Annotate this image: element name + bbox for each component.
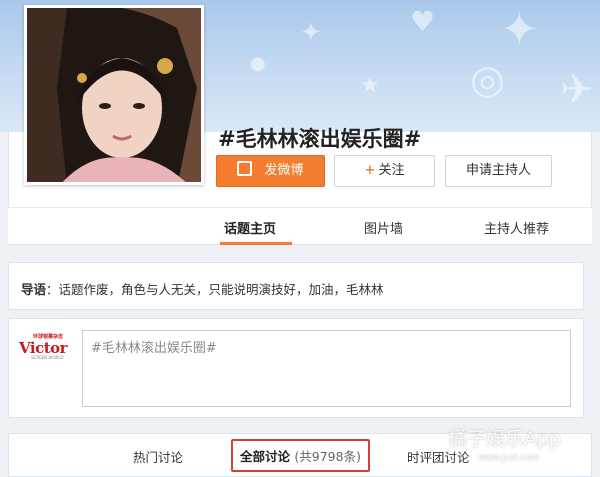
plane-decoration: ✈ xyxy=(560,67,594,113)
apply-host-button[interactable]: 申请主持人 xyxy=(445,155,552,187)
star-decoration: ★ xyxy=(360,73,380,98)
logo-sub-text: SCREEN WORLD xyxy=(31,355,64,360)
star-decoration: ✦ xyxy=(300,18,322,48)
all-discussion-label: 全部讨论 xyxy=(240,449,291,464)
apply-host-label: 申请主持人 xyxy=(465,163,531,178)
tab-topic-home[interactable]: 话题主页 xyxy=(224,218,276,237)
active-tab-indicator xyxy=(220,242,292,245)
topic-avatar xyxy=(24,5,204,185)
intro-body: ：话题作废，角色与人无关，只能说明演技好，加油，毛林林 xyxy=(46,282,384,297)
circle-decoration: ◎ xyxy=(470,57,505,103)
star-decoration: ✦ xyxy=(500,2,539,56)
portrait-image xyxy=(27,8,201,182)
topic-tabs: 话题主页 图片墙 主持人推荐 xyxy=(8,207,592,245)
watermark-url: www.juzi.com xyxy=(478,453,540,463)
intro-card: 导语：话题作废，角色与人无关，只能说明演技好，加油，毛林林 xyxy=(8,262,584,310)
watermark-text: 橘子娱乐App xyxy=(448,428,562,450)
tab-all-discussion[interactable]: 全部讨论 (共9798条) xyxy=(231,439,370,472)
tab-picture-wall[interactable]: 图片墙 xyxy=(364,218,403,237)
post-input[interactable] xyxy=(82,330,571,407)
post-weibo-label: 发微博 xyxy=(264,163,304,178)
tab-hot-discussion[interactable]: 热门讨论 xyxy=(133,447,183,466)
heart-decoration: ♥ xyxy=(410,5,436,38)
follow-button[interactable]: + 关注 xyxy=(334,155,435,187)
intro-text: 导语：话题作废，角色与人无关，只能说明演技好，加油，毛林林 xyxy=(21,279,384,298)
post-weibo-button[interactable]: 发微博 xyxy=(216,155,325,187)
victor-logo: 环球银幕杂志 Victor SCREEN WORLD xyxy=(19,333,68,360)
dot-decoration: ● xyxy=(250,53,266,74)
tab-host-recommend[interactable]: 主持人推荐 xyxy=(484,218,549,237)
plus-icon: + xyxy=(364,163,376,178)
edit-box-icon xyxy=(237,161,253,176)
discussion-count: (共9798条) xyxy=(294,449,361,464)
intro-prefix: 导语 xyxy=(21,282,47,297)
topic-title: #毛林林滚出娱乐圈# xyxy=(218,127,422,151)
follow-label: 关注 xyxy=(378,163,405,178)
